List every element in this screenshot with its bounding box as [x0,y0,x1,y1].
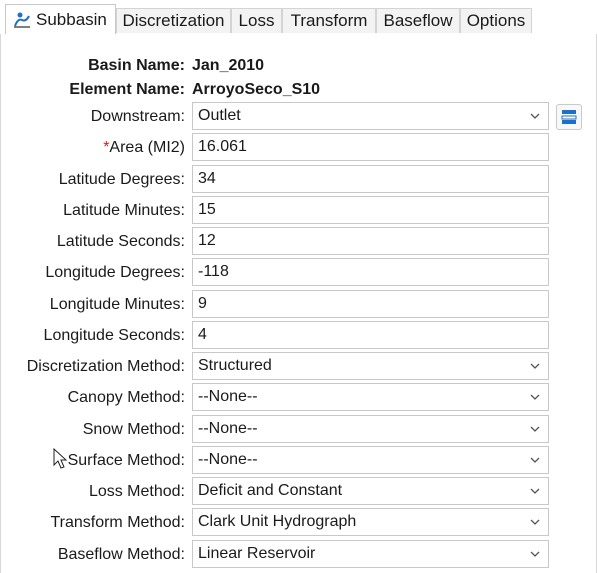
transform-method-value: Clark Unit Hydrograph [198,513,357,530]
tab-transform-label: Transform [290,11,368,30]
downstream-label: Downstream: [90,108,185,125]
latitude-seconds-label: Latitude Seconds: [56,233,185,250]
discretization-method-select[interactable]: Structured [192,352,549,380]
chevron-down-icon [530,426,540,432]
canopy-method-select[interactable]: --None-- [192,383,549,411]
tab-options[interactable]: Options [460,8,532,33]
longitude-degrees-input[interactable]: -118 [192,258,549,286]
latitude-seconds-value: 12 [198,232,216,249]
tab-discretization-label: Discretization [122,11,225,30]
tab-baseflow[interactable]: Baseflow [376,8,460,33]
canopy-method-label: Canopy Method: [67,389,185,406]
downstream-value: Outlet [198,107,241,124]
subbasin-icon [14,12,30,28]
element-name-value: ArroyoSeco_S10 [192,81,321,98]
longitude-seconds-value: 4 [198,326,207,343]
surface-method-select[interactable]: --None-- [192,446,549,474]
discretization-method-label: Discretization Method: [26,358,185,375]
tab-transform[interactable]: Transform [282,8,376,33]
chevron-down-icon [530,457,540,463]
longitude-seconds-input[interactable]: 4 [192,321,549,349]
basin-name-label: Basin Name: [88,57,185,74]
chevron-down-icon [530,363,540,369]
latitude-degrees-label: Latitude Degrees: [58,171,185,188]
area-label: *Area (MI2) [103,139,185,157]
loss-method-value: Deficit and Constant [198,482,343,499]
latitude-degrees-value: 34 [198,170,216,187]
element-selector-icon [561,110,577,124]
discretization-method-value: Structured [198,357,272,374]
downstream-select[interactable]: Outlet [192,102,549,130]
chevron-down-icon [530,113,540,119]
element-name-label: Element Name: [69,81,185,98]
surface-method-label: Surface Method: [67,452,185,469]
area-label-text: Area (MI2) [109,139,185,156]
baseflow-method-select[interactable]: Linear Reservoir [192,540,549,568]
snow-method-value: --None-- [198,420,258,437]
mouse-pointer-icon [53,448,68,469]
latitude-degrees-input[interactable]: 34 [192,165,549,193]
tab-loss[interactable]: Loss [231,8,282,33]
chevron-down-icon [530,394,540,400]
basin-name-value: Jan_2010 [192,57,265,74]
baseflow-method-value: Linear Reservoir [198,545,316,562]
chevron-down-icon [530,551,540,557]
transform-method-select[interactable]: Clark Unit Hydrograph [192,508,549,536]
tab-bar: Subbasin Discretization Loss Transform B… [0,0,597,35]
snow-method-label: Snow Method: [82,421,185,438]
tab-loss-label: Loss [238,11,275,30]
latitude-minutes-label: Latitude Minutes: [63,202,185,219]
longitude-minutes-input[interactable]: 9 [192,290,549,318]
longitude-minutes-label: Longitude Minutes: [49,296,185,313]
latitude-minutes-value: 15 [198,201,216,218]
longitude-seconds-label: Longitude Seconds: [43,327,185,344]
tab-subbasin[interactable]: Subbasin [5,4,116,35]
longitude-degrees-label: Longitude Degrees: [45,264,185,281]
baseflow-method-label: Baseflow Method: [57,546,185,563]
longitude-degrees-value: -118 [198,263,229,280]
transform-method-label: Transform Method: [50,514,185,531]
latitude-seconds-input[interactable]: 12 [192,227,549,255]
tab-baseflow-label: Baseflow [383,11,453,30]
area-input[interactable]: 16.061 [192,133,549,161]
chevron-down-icon [530,519,540,525]
chevron-down-icon [530,488,540,494]
longitude-minutes-value: 9 [198,295,207,312]
loss-method-select[interactable]: Deficit and Constant [192,477,549,505]
loss-method-label: Loss Method: [88,483,185,500]
tab-subbasin-label: Subbasin [36,10,107,29]
tab-discretization[interactable]: Discretization [116,8,231,33]
latitude-minutes-input[interactable]: 15 [192,196,549,224]
tab-options-label: Options [466,11,526,30]
snow-method-select[interactable]: --None-- [192,415,549,443]
area-value: 16.061 [198,138,247,155]
element-selector-button[interactable] [556,104,582,130]
surface-method-value: --None-- [198,451,258,468]
subbasin-panel: Basin Name: Jan_2010 Element Name: Arroy… [0,34,597,573]
canopy-method-value: --None-- [198,388,258,405]
